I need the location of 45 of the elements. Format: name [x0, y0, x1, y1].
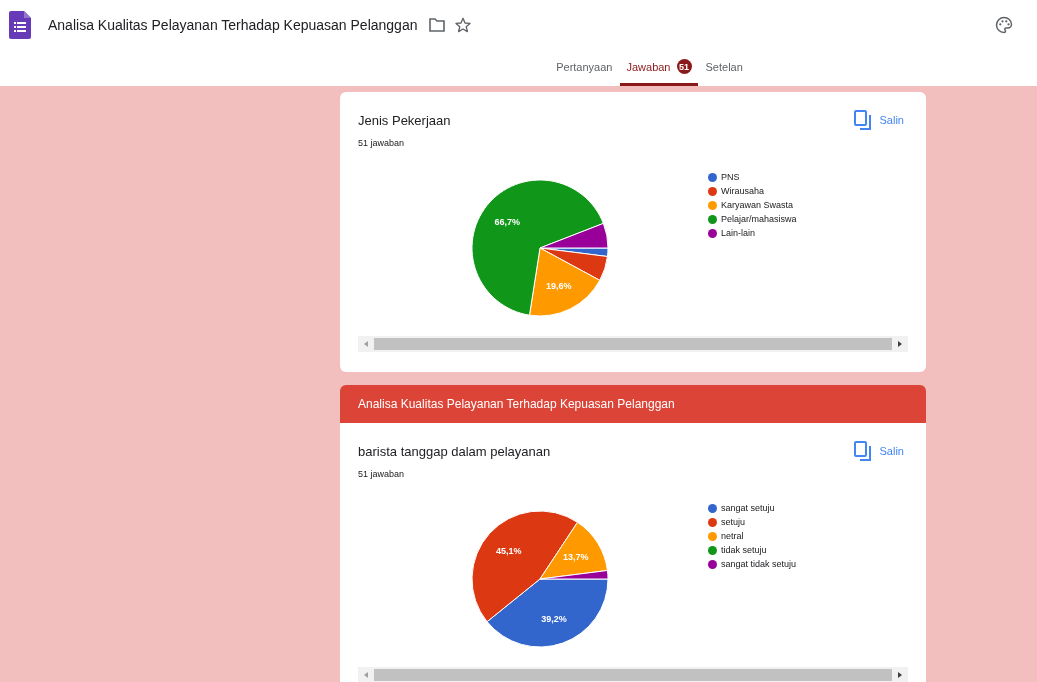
legend-dot: [708, 531, 717, 541]
response-count: 51 jawaban: [358, 469, 406, 479]
data-label: 19,6%: [545, 280, 572, 291]
legend-label: PNS: [721, 172, 740, 182]
copy-button[interactable]: Salin: [853, 110, 904, 130]
legend-label: sangat setuju: [721, 503, 775, 513]
copy-icon: [853, 110, 872, 130]
legend-dot: [708, 214, 717, 224]
count-badge: 51: [676, 59, 692, 74]
question-title: barista tanggap dalam pelayanan: [358, 443, 551, 459]
legend-label: sangat tidak setuju: [721, 559, 797, 569]
legend-dot: [708, 172, 717, 182]
data-label: 66,7%: [494, 216, 520, 227]
legend-dot: [708, 503, 717, 513]
data-label: 39,2%: [541, 613, 567, 624]
legend-dot: [708, 517, 717, 527]
legend-dot: [708, 186, 717, 196]
star-icon[interactable]: [455, 17, 472, 33]
copy-icon: [853, 441, 872, 461]
legend-dot: [708, 228, 717, 238]
legend-dot: [708, 559, 717, 569]
tab[interactable]: Pertanyaan: [550, 50, 619, 86]
horizontal-scrollbar[interactable]: [358, 336, 908, 352]
tab[interactable]: Jawaban 51: [620, 50, 698, 86]
document-title: Analisa Kualitas Pelayanan Terhadap Kepuasan Pelanggan: [48, 17, 418, 33]
legend-label: netral: [721, 531, 744, 541]
legend-label: setuju: [721, 517, 746, 527]
legend-label: Wirausaha: [721, 186, 765, 196]
copy-button[interactable]: Salin: [853, 441, 904, 461]
response-count: 51 jawaban: [358, 138, 406, 148]
legend-label: Karyawan Swasta: [721, 200, 794, 210]
question-title: Jenis Pekerjaan: [358, 112, 451, 128]
data-label: 45,1%: [496, 545, 522, 556]
legend-label: Lain-lain: [721, 228, 756, 238]
legend-label: tidak setuju: [721, 545, 767, 555]
forms-logo-icon[interactable]: [9, 11, 31, 39]
legend-dot: [708, 200, 717, 210]
folder-icon[interactable]: [429, 18, 446, 32]
section-title: Analisa Kualitas Pelayanan Terhadap Kepuasan Pelanggan: [358, 397, 675, 411]
legend-label: Pelajar/mahasiswa: [721, 214, 797, 224]
tab[interactable]: Setelan: [699, 50, 749, 86]
legend-dot: [708, 545, 717, 555]
horizontal-scrollbar[interactable]: [358, 667, 908, 682]
palette-icon[interactable]: [995, 16, 1013, 34]
data-label: 13,7%: [563, 551, 589, 562]
